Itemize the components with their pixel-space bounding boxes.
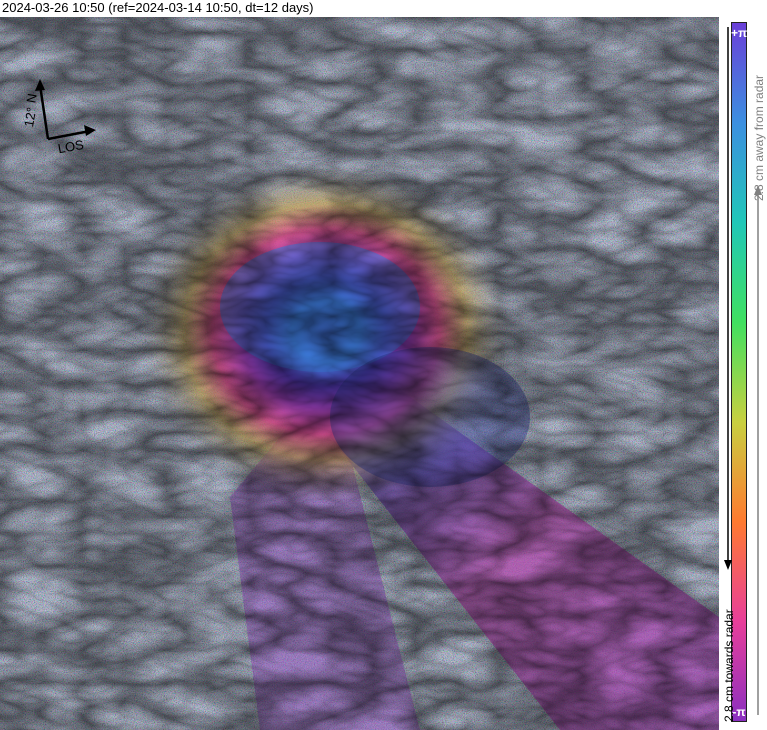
compass-los-label: LOS: [57, 137, 86, 156]
page-title: 2024-03-26 10:50 (ref=2024-03-14 10:50, …: [2, 0, 314, 15]
colorbar-towards-label: 2.8 cm towards radar: [722, 609, 736, 722]
interferogram-canvas: [0, 17, 719, 730]
compass-angle-label: 12°: [21, 106, 39, 128]
compass-north-label: N: [23, 92, 39, 104]
north-arrow-icon: N 12° LOS: [21, 79, 96, 156]
colorbar: +π -π 2.8 cm away from radar 2.8 cm towa…: [719, 17, 767, 730]
towards-arrow-icon: [724, 560, 732, 570]
colorbar-away-label: 2.8 cm away from radar: [752, 74, 766, 201]
interferogram-image: N 12° LOS: [0, 17, 719, 730]
